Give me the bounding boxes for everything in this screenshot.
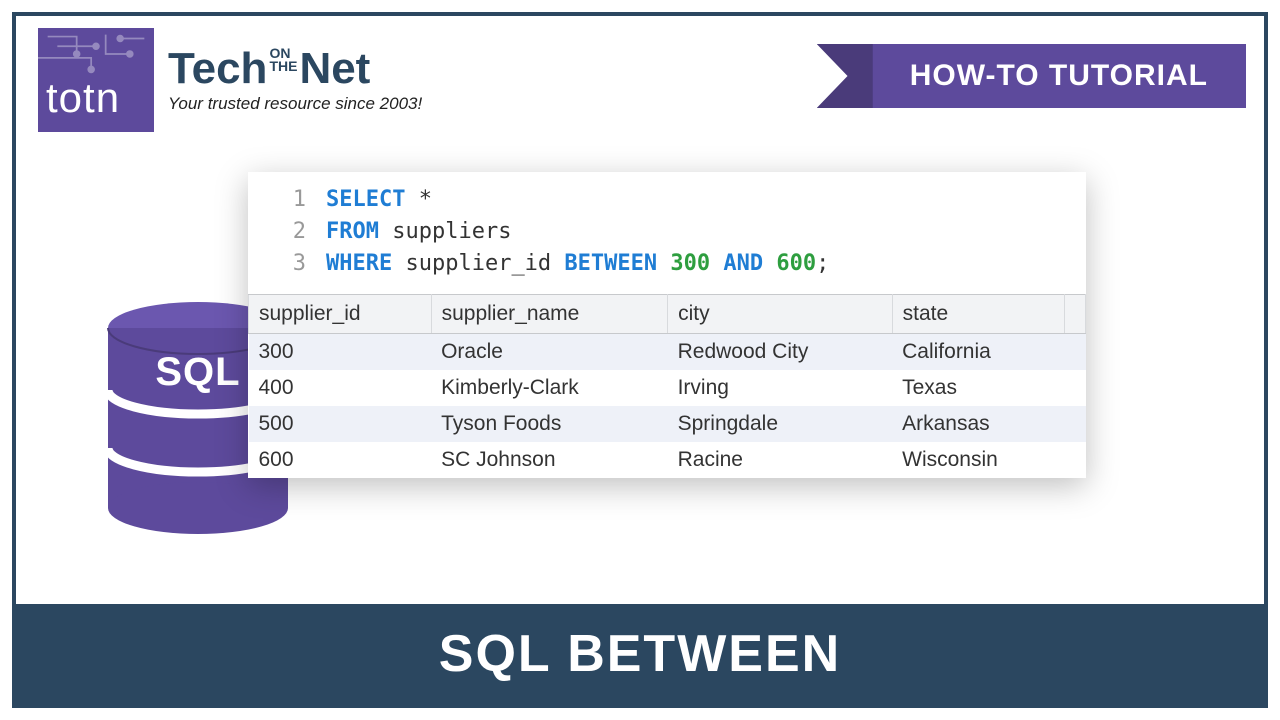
logo-badge: totn [38,28,154,132]
table-cell: 400 [249,370,432,406]
logo-brand: TechONTHENet [168,46,422,92]
circuit-pattern-icon [38,28,154,78]
table-row: 500Tyson FoodsSpringdaleArkansas [249,406,1086,442]
column-header-blank [1065,294,1086,333]
column-header: city [668,294,893,333]
table-cell: Irving [668,370,893,406]
table-cell: Racine [668,442,893,478]
table-cell: SC Johnson [431,442,668,478]
logo-tagline: Your trusted resource since 2003! [168,94,422,114]
logo-badge-text: totn [46,74,120,122]
brand-right: Net [299,44,370,93]
table-cell: Kimberly-Clark [431,370,668,406]
table-row: 600SC JohnsonRacineWisconsin [249,442,1086,478]
column-header: state [892,294,1064,333]
line-number: 2 [248,216,326,248]
table-cell: 600 [249,442,432,478]
table-cell: 500 [249,406,432,442]
code-line: 2FROM suppliers [248,216,1086,248]
tutorial-ribbon: HOW-TO TUTORIAL [817,44,1246,108]
ribbon-tail-icon [817,44,873,108]
code-content: WHERE supplier_id BETWEEN 300 AND 600; [326,248,829,280]
table-cell: Redwood City [668,333,893,370]
example-card: 1SELECT *2FROM suppliers3WHERE supplier_… [248,172,1086,478]
table-cell: 300 [249,333,432,370]
results-table: supplier_idsupplier_namecitystate 300Ora… [248,294,1086,478]
table-cell: Arkansas [892,406,1064,442]
table-cell: Tyson Foods [431,406,668,442]
column-header: supplier_name [431,294,668,333]
line-number: 1 [248,184,326,216]
site-logo: totn TechONTHENet Your trusted resource … [38,28,422,132]
code-line: 1SELECT * [248,184,1086,216]
ribbon-label: HOW-TO TUTORIAL [872,44,1246,108]
sql-code-block: 1SELECT *2FROM suppliers3WHERE supplier_… [248,172,1086,294]
table-cell: Wisconsin [892,442,1064,478]
line-number: 3 [248,248,326,280]
brand-mid: ONTHE [269,47,297,72]
table-cell: Oracle [431,333,668,370]
table-row: 400Kimberly-ClarkIrvingTexas [249,370,1086,406]
column-header: supplier_id [249,294,432,333]
table-cell: Springdale [668,406,893,442]
slide-title-bar: SQL BETWEEN [16,604,1264,704]
logo-text: TechONTHENet Your trusted resource since… [168,46,422,114]
code-line: 3WHERE supplier_id BETWEEN 300 AND 600; [248,248,1086,280]
brand-left: Tech [168,44,267,93]
code-content: SELECT * [326,184,432,216]
code-content: FROM suppliers [326,216,511,248]
table-row: 300OracleRedwood CityCalifornia [249,333,1086,370]
slide-title: SQL BETWEEN [439,624,841,684]
table-cell: California [892,333,1064,370]
table-cell: Texas [892,370,1064,406]
